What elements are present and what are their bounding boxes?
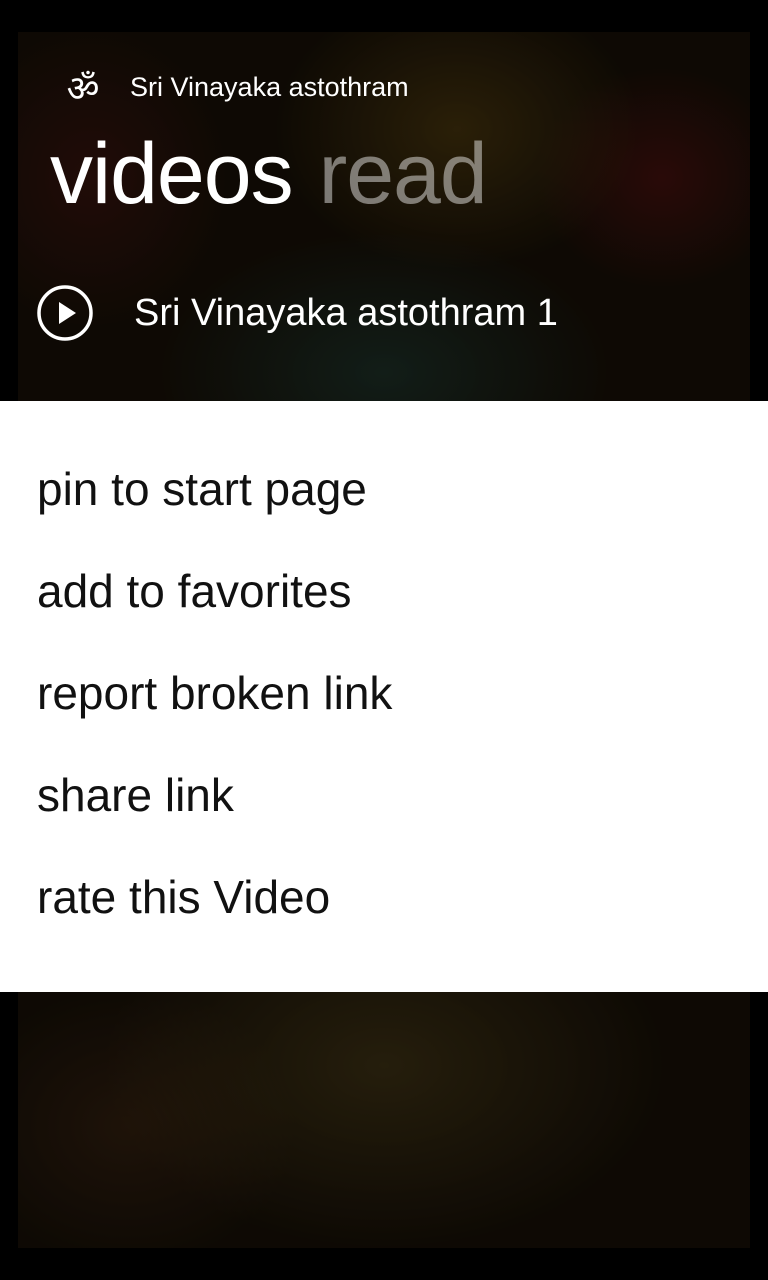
pivot-header: videos read (50, 125, 488, 235)
tab-read[interactable]: read (319, 125, 488, 224)
menu-item-report-broken-link[interactable]: report broken link (37, 653, 737, 733)
menu-item-add-to-favorites[interactable]: add to favorites (37, 551, 737, 631)
menu-item-rate-video[interactable]: rate this Video (37, 857, 737, 937)
context-menu: pin to start page add to favorites repor… (0, 401, 768, 992)
tab-videos[interactable]: videos (50, 125, 294, 224)
video-title: Sri Vinayaka astothram 1 (134, 291, 558, 334)
play-icon (36, 284, 94, 342)
menu-item-share-link[interactable]: share link (37, 755, 737, 835)
om-icon: ॐ (66, 68, 100, 110)
app-title-row: ॐ Sri Vinayaka astothram (58, 62, 409, 112)
list-item[interactable]: Sri Vinayaka astothram 1 (36, 278, 558, 348)
app-title: Sri Vinayaka astothram (130, 71, 409, 102)
menu-item-pin-to-start[interactable]: pin to start page (37, 449, 737, 529)
app-header: ॐ Sri Vinayaka astothram videos read Sri… (0, 0, 768, 400)
